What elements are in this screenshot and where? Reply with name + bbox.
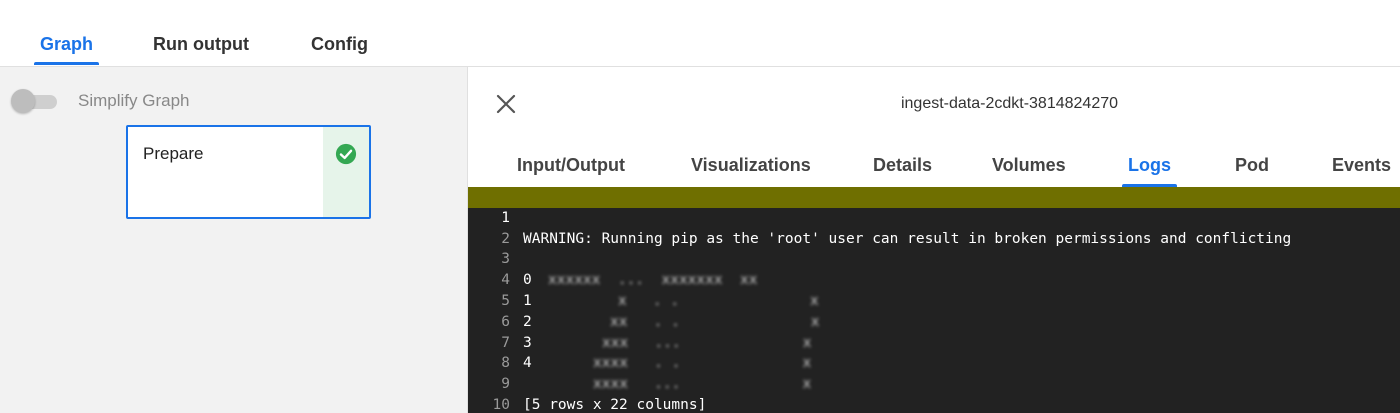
- graph-pane: Simplify Graph Prepare: [0, 67, 467, 413]
- tab-volumes[interactable]: Volumes: [992, 155, 1066, 176]
- log-line: 1 WARNING: Running pip as the 'root' use…: [468, 187, 1400, 247]
- top-tab-bar: Graph Run output Config: [0, 0, 1400, 67]
- tab-visualizations[interactable]: Visualizations: [691, 155, 811, 176]
- check-circle-icon: [335, 143, 357, 165]
- tab-run-output[interactable]: Run output: [153, 34, 249, 55]
- line-number: 10: [492, 396, 510, 413]
- tab-config[interactable]: Config: [311, 34, 368, 55]
- node-label: Prepare: [143, 144, 204, 163]
- tab-logs[interactable]: Logs: [1122, 155, 1177, 187]
- log-line: 7 4 xxxx ... x: [468, 312, 1400, 393]
- toggle-knob: [11, 89, 35, 113]
- log-line: 10: [468, 374, 1400, 413]
- log-line: 3 0 x . . x: [468, 229, 1400, 309]
- tab-input-output[interactable]: Input/Output: [517, 155, 625, 176]
- tab-graph[interactable]: Graph: [33, 34, 100, 65]
- detail-pane: ingest-data-2cdkt-3814824270 Input/Outpu…: [467, 67, 1400, 413]
- node-status: [323, 127, 369, 217]
- tab-pod[interactable]: Pod: [1235, 155, 1269, 176]
- log-line: 2 xxxxxx ... xxxxxxx xx: [468, 208, 1400, 289]
- pod-title: ingest-data-2cdkt-3814824270: [900, 95, 1119, 112]
- tab-events[interactable]: Events: [1332, 155, 1391, 176]
- log-line: 5 2 xxx ... x: [468, 270, 1400, 351]
- simplify-graph-label: Simplify Graph: [78, 91, 190, 110]
- log-viewer[interactable]: 1 WARNING: Running pip as the 'root' use…: [468, 187, 1400, 413]
- log-line: 8: [468, 333, 1400, 371]
- log-line: 9 [5 rows x 22 columns]: [468, 353, 1400, 413]
- log-text: [5 rows x 22 columns]: [523, 396, 707, 413]
- graph-node-prepare[interactable]: Prepare: [126, 125, 371, 219]
- simplify-graph-toggle[interactable]: [11, 89, 59, 113]
- log-line: 6 3 xxxx . . x: [468, 291, 1400, 372]
- tab-details[interactable]: Details: [873, 155, 932, 176]
- log-line: 4 1 xx . . x: [468, 249, 1400, 330]
